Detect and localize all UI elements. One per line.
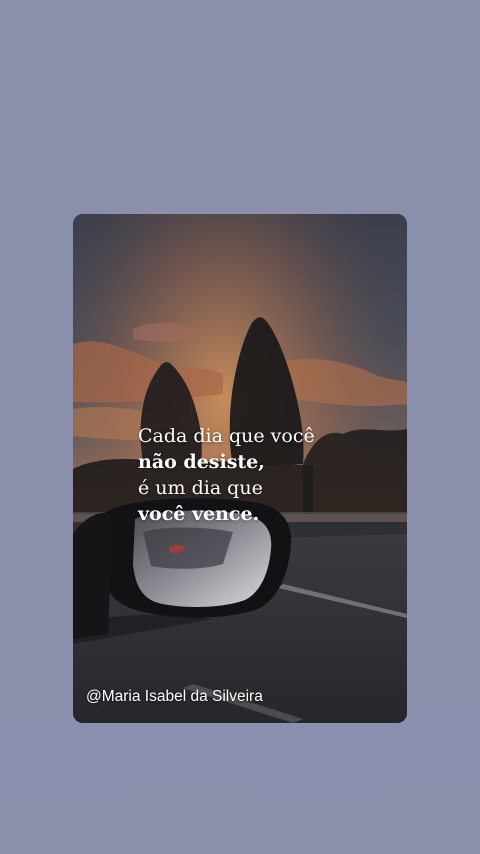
quote-line-2: não desiste, [138, 451, 265, 473]
quote-line-3: é um dia que [138, 477, 263, 499]
quote-line-4: você vence. [138, 503, 260, 525]
post-card[interactable]: Cada dia que você não desiste, é um dia … [73, 214, 407, 723]
quote-text: Cada dia que você não desiste, é um dia … [138, 423, 398, 527]
story-screen: Cada dia que você não desiste, é um dia … [0, 0, 480, 854]
author-credit: @Maria Isabel da Silveira [86, 688, 263, 705]
quote-line-1: Cada dia que você [138, 425, 315, 447]
